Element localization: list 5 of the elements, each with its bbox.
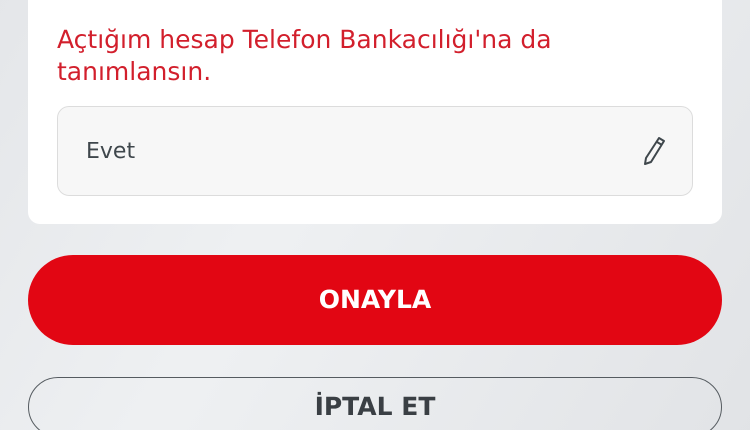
cancel-button[interactable]: İPTAL ET: [28, 377, 722, 430]
pencil-icon: [642, 136, 666, 166]
answer-field[interactable]: Evet: [57, 106, 693, 196]
question-text: Açtığım hesap Telefon Bankacılığı'na da tanımlansın.: [57, 24, 553, 88]
confirm-button[interactable]: ONAYLA: [28, 255, 722, 345]
